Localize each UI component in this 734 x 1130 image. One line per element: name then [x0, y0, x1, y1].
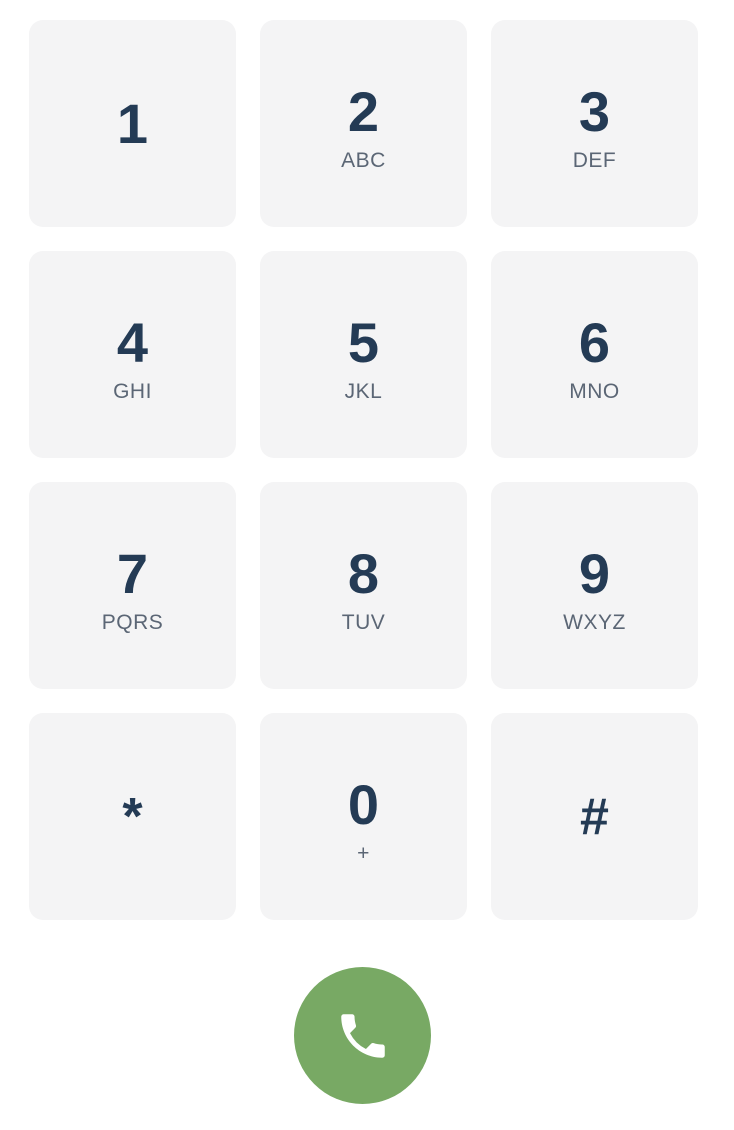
key-letters: PQRS [101, 611, 164, 634]
key-letters: DEF [572, 149, 617, 172]
key-letters: MNO [569, 380, 620, 403]
key-hash[interactable]: # [491, 713, 698, 920]
key-3[interactable]: 3 DEF [491, 20, 698, 227]
key-6[interactable]: 6 MNO [491, 251, 698, 458]
key-digit: 1 [116, 92, 149, 155]
key-2[interactable]: 2 ABC [260, 20, 467, 227]
key-letters: WXYZ [563, 611, 626, 634]
key-letters: JKL [344, 380, 383, 403]
key-4[interactable]: 4 GHI [29, 251, 236, 458]
phone-icon [340, 1013, 385, 1058]
key-digit: 2 [347, 80, 380, 143]
dial-keypad: 1 2 ABC 3 DEF 4 GHI 5 JKL 6 MNO 7 PQRS 8… [29, 20, 698, 920]
key-letters: GHI [113, 380, 152, 403]
key-7[interactable]: 7 PQRS [29, 482, 236, 689]
key-letters: TUV [341, 611, 386, 634]
key-digit: * [122, 788, 143, 846]
key-digit: 5 [347, 311, 380, 374]
key-5[interactable]: 5 JKL [260, 251, 467, 458]
key-digit: 4 [116, 311, 149, 374]
key-digit: 6 [578, 311, 611, 374]
key-digit: # [580, 788, 609, 846]
key-digit: 9 [578, 542, 611, 605]
key-0[interactable]: 0 + [260, 713, 467, 920]
key-1[interactable]: 1 [29, 20, 236, 227]
key-8[interactable]: 8 TUV [260, 482, 467, 689]
key-digit: 3 [578, 80, 611, 143]
key-letters: ABC [341, 149, 386, 172]
key-digit: 0 [347, 773, 380, 836]
key-star[interactable]: * [29, 713, 236, 920]
key-digit: 7 [116, 542, 149, 605]
call-button[interactable] [294, 967, 431, 1104]
key-9[interactable]: 9 WXYZ [491, 482, 698, 689]
key-digit: 8 [347, 542, 380, 605]
key-letters: + [357, 842, 370, 865]
